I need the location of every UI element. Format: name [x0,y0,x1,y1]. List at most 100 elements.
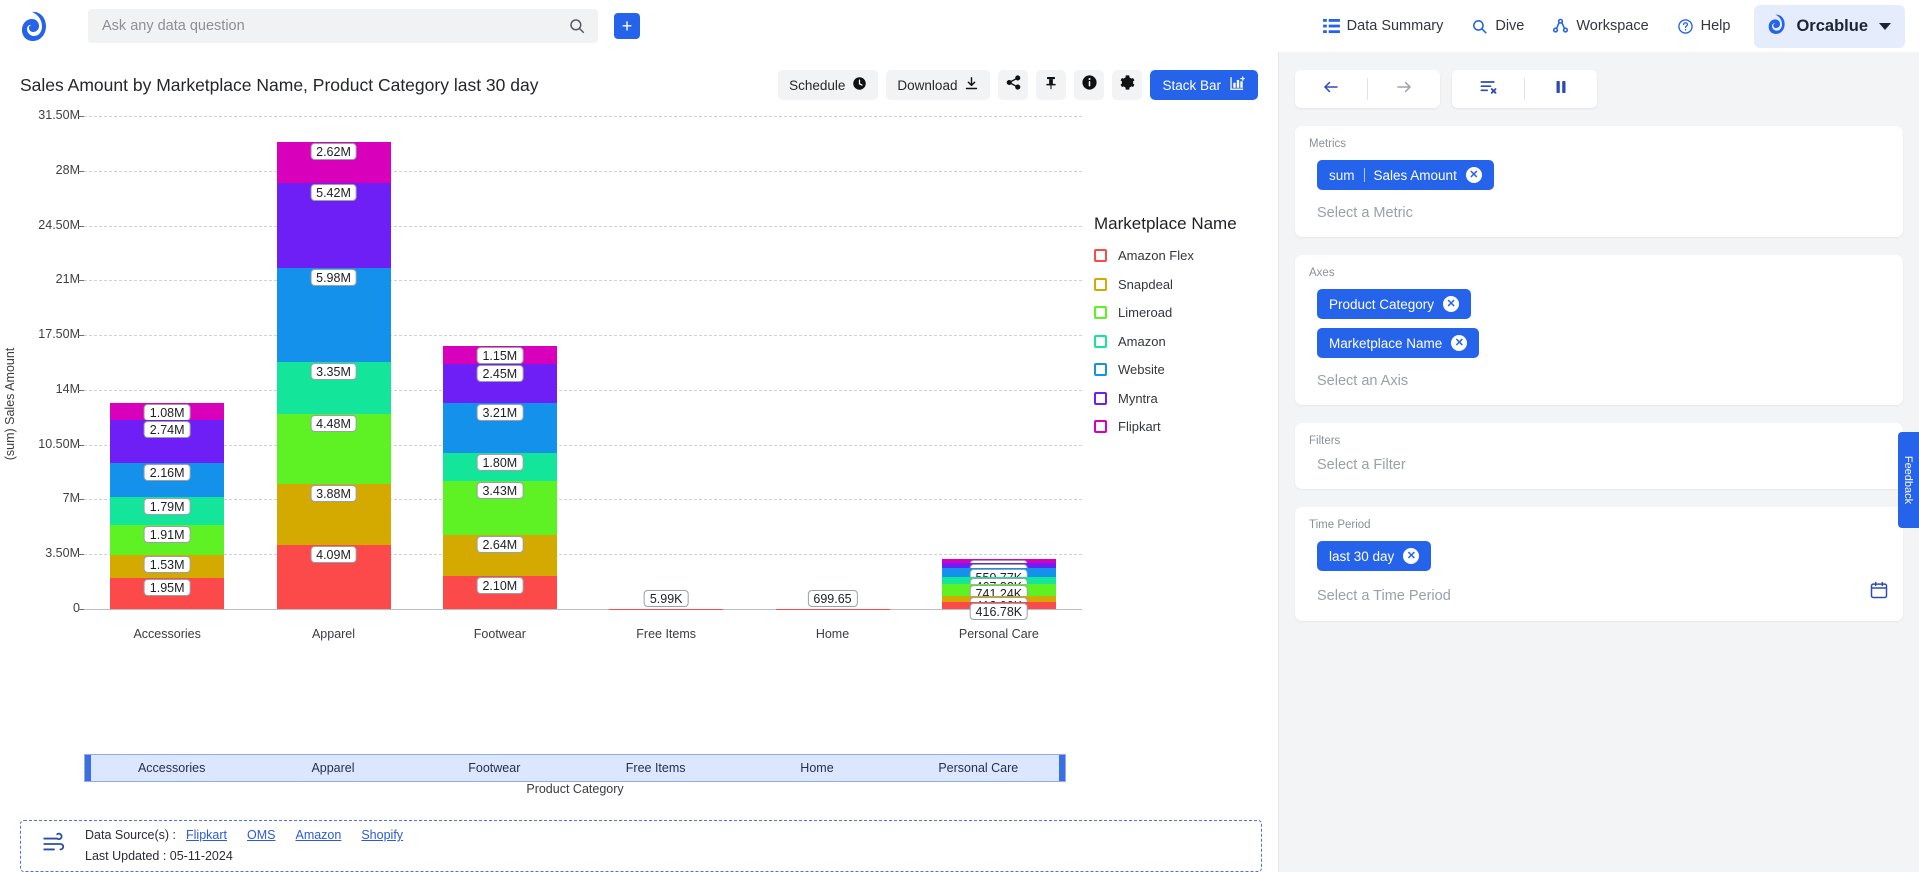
data-source-link[interactable]: Shopify [361,828,403,842]
bar-total-label: 699.65 [807,590,858,607]
x-axis-range-selector[interactable]: Accessories Apparel Footwear Free Items Home… [84,754,1066,782]
legend-item-flipkart[interactable]: Flipkart [1094,419,1284,434]
legend-swatch [1094,306,1107,319]
range-handle-right[interactable] [1059,755,1065,781]
clear-filters-button[interactable] [1452,70,1524,108]
pause-button[interactable] [1525,70,1597,108]
remove-metric-icon[interactable]: ✕ [1465,167,1482,183]
range-cell[interactable]: Home [736,755,897,781]
main-body: Sales Amount by Marketplace Name, Produc… [0,52,1919,872]
bar-segment-label: 1.79M [143,497,191,515]
filters-label: Filters [1309,435,1341,447]
bar-home[interactable] [775,608,890,610]
legend-item-snapdeal[interactable]: Snapdeal [1094,277,1284,292]
last-updated-label: Last Updated : 05-11-2024 [85,849,233,863]
y-axis-tick-label: 21M [55,272,80,287]
x-axis-category-label: Personal Care [958,627,1039,641]
bar-footwear[interactable]: 1.15M 2.45M 3.21M 1.80M 3.43M 2.64M 2.10M [442,346,557,609]
bar-free-items[interactable] [609,608,724,610]
range-cell[interactable]: Free Items [575,755,736,781]
search-icon [1471,18,1488,35]
bar-segment-label: 1.53M [143,555,191,573]
nav-item-data-summary[interactable]: Data Summary [1309,0,1458,52]
select-metric-placeholder[interactable]: Select a Metric [1317,205,1889,221]
range-cell[interactable]: Apparel [252,755,413,781]
axis-chip-marketplace-name[interactable]: Marketplace Name ✕ [1317,328,1480,358]
data-source-link[interactable]: Flipkart [186,828,227,842]
axes-card: Axes Product Category ✕ Marketplace Name… [1295,255,1903,405]
settings-button[interactable] [1112,70,1143,100]
schedule-button[interactable]: Schedule [778,70,879,100]
bar-accessories[interactable]: 1.08M 2.74M 2.16M 1.79M 1.91M 1.53M 1.95M [110,403,225,609]
data-source-link[interactable]: OMS [247,828,275,842]
remove-axis-icon[interactable]: ✕ [1451,335,1468,351]
user-name-label: Orcablue [1796,16,1868,35]
app-logo[interactable] [0,10,72,42]
y-axis-tick-label: 0 [73,601,80,615]
bar-segment-label: 4.48M [310,415,357,433]
legend-item-limeroad[interactable]: Limeroad [1094,305,1284,320]
data-source-icon [41,831,67,862]
bar-segment-label: 2.10M [476,577,524,595]
legend-item-myntra[interactable]: Myntra [1094,391,1284,406]
select-filter-placeholder[interactable]: Select a Filter [1317,457,1889,473]
remove-time-period-icon[interactable]: ✕ [1403,548,1420,564]
history-nav-group [1295,70,1440,108]
nav-item-workspace[interactable]: Workspace [1538,0,1662,52]
back-button[interactable] [1295,70,1367,108]
search-icon[interactable] [568,17,586,35]
gear-icon [1119,74,1136,96]
clear-filter-icon [1477,77,1499,102]
nav-item-help[interactable]: Help [1663,0,1745,52]
bar-segment-label: 3.43M [476,482,524,500]
config-panel: Metrics sum Sales Amount ✕ Select a Metr… [1278,52,1919,872]
user-account-menu[interactable]: Orcablue [1754,4,1905,48]
config-toolbar [1279,52,1919,108]
nav-item-dive[interactable]: Dive [1457,0,1538,52]
metric-field: Sales Amount [1373,167,1457,183]
range-cell[interactable]: Accessories [91,755,252,781]
range-cell[interactable]: Personal Care [898,755,1059,781]
y-axis-tick-label: 3.50M [45,546,80,561]
axes-label: Axes [1309,267,1335,279]
legend-label: Amazon Flex [1118,248,1194,263]
bar-segment-label: 2.62M [310,143,357,161]
bar-personal-care[interactable]: 302.19K308.52K559.77K467.32K741.24K413.9… [941,558,1056,621]
time-period-chip[interactable]: last 30 day ✕ [1317,541,1432,571]
stack-bar-button[interactable]: Stack Bar [1150,70,1258,100]
legend-label: Flipkart [1118,419,1161,434]
stack-bar-icon [1229,75,1246,95]
legend-item-amazon-flex[interactable]: Amazon Flex [1094,248,1284,263]
bar-segment[interactable] [609,608,724,610]
chevron-down-icon[interactable] [1879,22,1891,30]
list-icon [1322,18,1340,34]
pin-button[interactable] [1036,70,1067,100]
calendar-icon[interactable] [1869,580,1889,605]
share-nodes-icon [1552,18,1569,35]
search-input[interactable] [100,17,568,35]
legend-label: Myntra [1118,390,1158,406]
legend-item-amazon[interactable]: Amazon [1094,334,1284,349]
search-bar[interactable] [88,9,598,43]
download-button[interactable]: Download [886,70,991,100]
y-axis-tick-label: 17.50M [38,327,80,342]
range-cell[interactable]: Footwear [414,755,575,781]
bar-apparel[interactable]: 2.62M 5.42M 5.98M 3.35M 4.48M 3.88M 4.09M [276,142,391,609]
data-source-link[interactable]: Amazon [295,828,341,842]
add-button[interactable]: + [614,13,640,39]
info-button[interactable] [1074,70,1105,100]
y-axis-tick-label: 24.50M [38,217,80,232]
metric-chip-sales-amount[interactable]: sum Sales Amount ✕ [1317,160,1494,190]
select-axis-placeholder[interactable]: Select an Axis [1317,373,1889,389]
bar-segment[interactable] [775,608,890,610]
remove-axis-icon[interactable]: ✕ [1443,296,1460,312]
stack-bar-label: Stack Bar [1162,77,1221,93]
share-button[interactable] [998,70,1029,100]
legend-item-website[interactable]: Website [1094,362,1284,377]
select-time-period-placeholder[interactable]: Select a Time Period [1317,588,1451,604]
axis-chip-product-category[interactable]: Product Category ✕ [1317,289,1472,319]
feedback-tab[interactable]: Feedback [1898,432,1919,528]
forward-button[interactable] [1368,70,1440,108]
legend-swatch [1094,363,1107,376]
y-axis-tick-label: 28M [55,162,80,177]
